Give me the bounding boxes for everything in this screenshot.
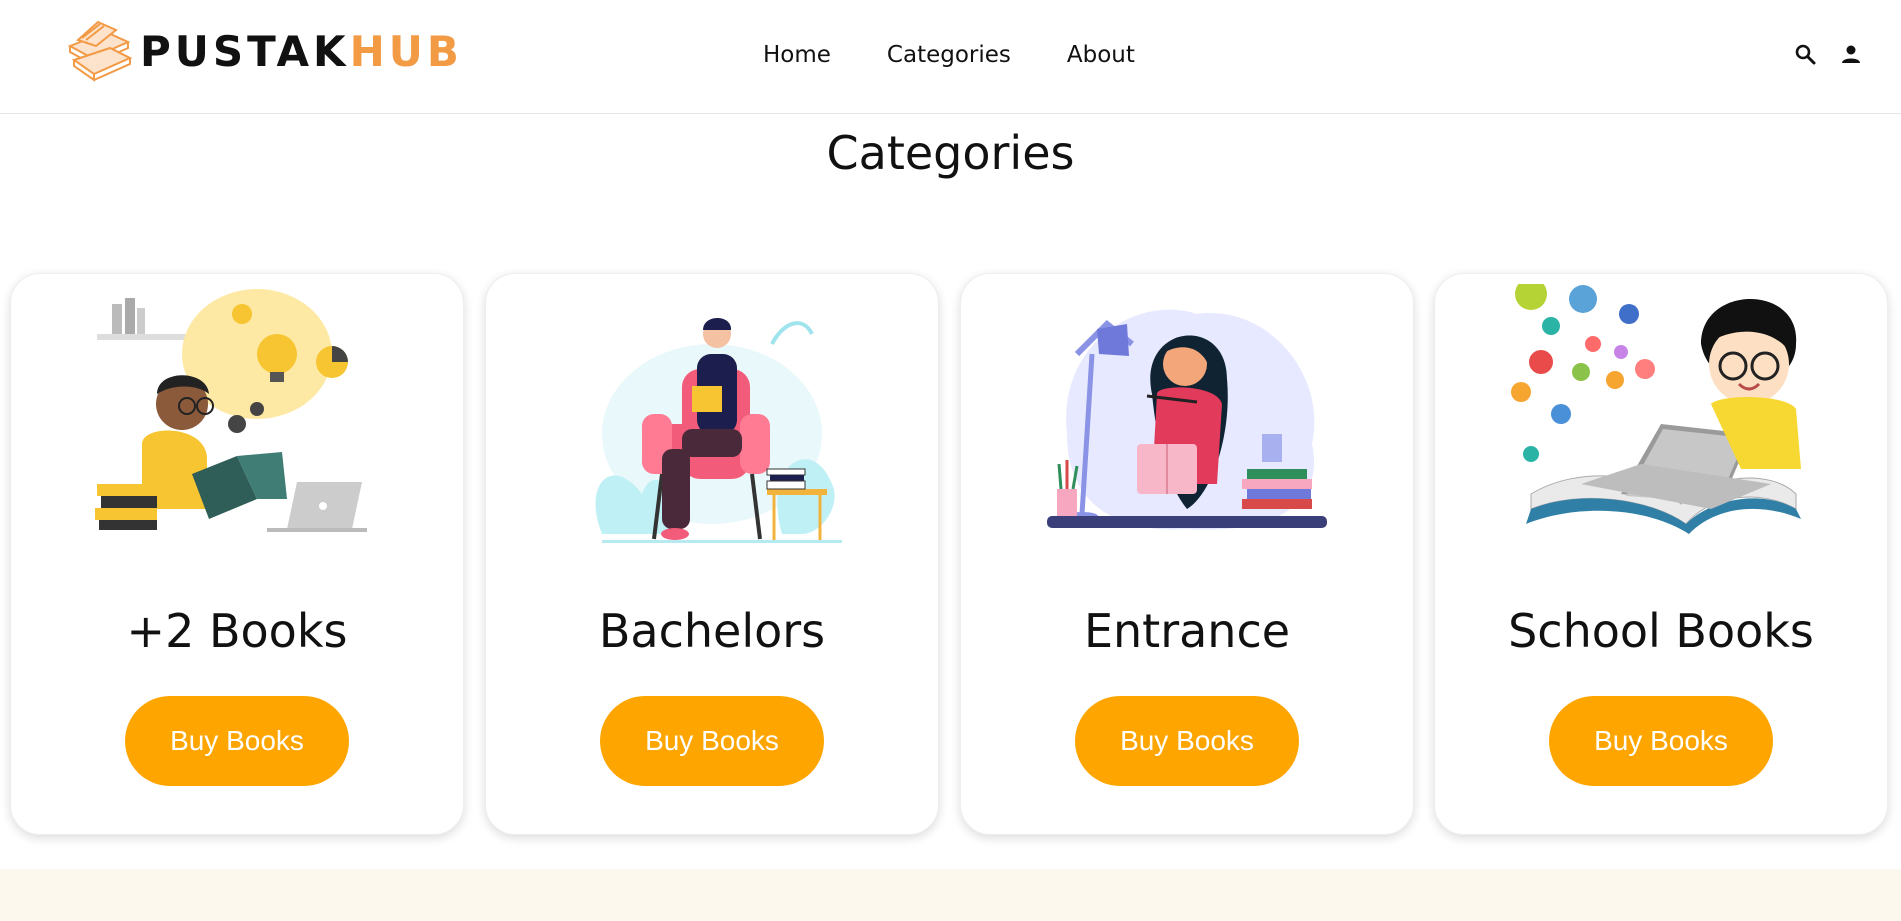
page-title: Categories xyxy=(826,126,1075,180)
buy-books-button[interactable]: Buy Books xyxy=(125,696,349,786)
category-card-bachelors: Bachelors Buy Books xyxy=(485,273,939,835)
nav-link-home[interactable]: Home xyxy=(763,42,831,68)
buy-books-button[interactable]: Buy Books xyxy=(1075,696,1299,786)
card-title: Entrance xyxy=(1083,604,1291,658)
man-reading-armchair-illustration xyxy=(595,318,842,543)
card-title: +2 Books xyxy=(126,604,348,658)
footer-strip xyxy=(0,869,1901,921)
search-icon[interactable] xyxy=(1793,42,1817,66)
category-card-plus-two: +2 Books Buy Books xyxy=(10,273,464,835)
brand-name-primary: PUSTAK xyxy=(140,27,350,76)
main-nav: Home Categories About xyxy=(763,42,1191,68)
user-icon[interactable] xyxy=(1839,42,1863,66)
category-cards: +2 Books Buy Books Bachelors Buy Books E… xyxy=(10,273,1890,835)
boy-with-laptop-illustration xyxy=(1511,284,1801,534)
brand-name-accent: HUB xyxy=(349,27,463,76)
nav-link-about[interactable]: About xyxy=(1067,42,1135,68)
student-reading-illustration xyxy=(95,289,367,532)
card-title: Bachelors xyxy=(598,604,826,658)
books-logo-icon xyxy=(67,20,133,82)
top-navbar: PUSTAKHUB Home Categories About xyxy=(0,0,1901,114)
card-title: School Books xyxy=(1508,604,1814,658)
category-card-entrance: Entrance Buy Books xyxy=(960,273,1414,835)
nav-link-categories[interactable]: Categories xyxy=(887,42,1011,68)
buy-books-button[interactable]: Buy Books xyxy=(600,696,824,786)
category-card-school-books: School Books Buy Books xyxy=(1434,273,1888,835)
brand-logo[interactable]: PUSTAKHUB xyxy=(64,18,463,86)
buy-books-button[interactable]: Buy Books xyxy=(1549,696,1773,786)
woman-studying-desk-illustration xyxy=(1047,309,1327,530)
nav-actions xyxy=(1793,42,1863,66)
